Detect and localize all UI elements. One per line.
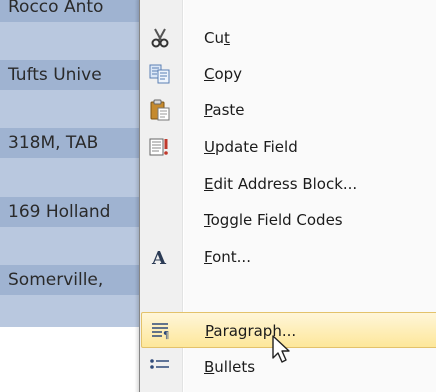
- selection-gap: [0, 227, 150, 265]
- doc-line-name[interactable]: Rocco Anto: [0, 0, 150, 22]
- menu-item-label: Cut: [204, 29, 230, 47]
- update-field-icon: [149, 136, 171, 158]
- menu-item-toggle-field-codes[interactable]: Toggle Field Codes: [141, 202, 436, 238]
- selection-gap: [0, 90, 150, 128]
- selection-gap: [0, 158, 150, 197]
- svg-text:¶: ¶: [163, 330, 169, 341]
- doc-line-university[interactable]: Tufts Unive: [0, 60, 150, 90]
- paragraph-icon: ¶: [150, 320, 172, 342]
- menu-item-cut[interactable]: Cut: [141, 20, 436, 56]
- scissors-icon: [149, 27, 171, 49]
- menu-item-label: Font...: [204, 248, 251, 266]
- doc-line-room[interactable]: 318M, TAB: [0, 128, 150, 158]
- menu-item-label: Copy: [204, 65, 243, 83]
- font-icon: A: [149, 246, 171, 268]
- menu-item-label: Update Field: [204, 138, 298, 156]
- selection-gap: [0, 22, 150, 60]
- bullets-icon: [149, 356, 171, 378]
- svg-text:A: A: [151, 248, 167, 268]
- doc-line-street[interactable]: 169 Holland: [0, 197, 150, 227]
- menu-item-copy[interactable]: Copy: [141, 56, 436, 92]
- menu-item-edit-address-block[interactable]: Edit Address Block...: [141, 166, 436, 202]
- menu-item-label: Edit Address Block...: [204, 175, 358, 193]
- menu-item-paste[interactable]: Paste: [141, 92, 436, 128]
- paste-icon: [149, 99, 171, 121]
- doc-line-city[interactable]: Somerville,: [0, 265, 150, 295]
- copy-icon: [149, 63, 171, 85]
- word-window: Rocco Anto Tufts Unive 318M, TAB 169 Hol…: [0, 0, 436, 392]
- menu-item-label: Toggle Field Codes: [204, 211, 343, 229]
- selection-gap: [0, 295, 150, 327]
- menu-item-font[interactable]: A Font...: [141, 239, 436, 275]
- menu-item-label: Paste: [204, 101, 245, 119]
- mouse-pointer-icon: [271, 335, 293, 369]
- menu-item-label: Bullets: [204, 358, 256, 376]
- context-menu: Cut Copy Paste Update Field Edit Address…: [139, 0, 436, 392]
- menu-item-update-field[interactable]: Update Field: [141, 129, 436, 165]
